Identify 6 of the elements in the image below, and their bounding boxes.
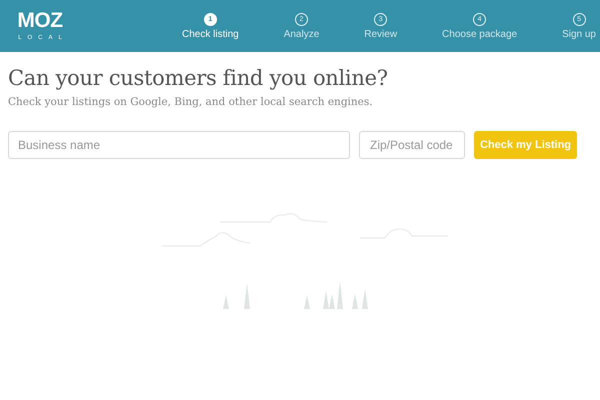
headline: Can your customers find you online?: [8, 66, 389, 90]
business-name-field[interactable]: Business name: [8, 131, 350, 159]
subheadline: Check your listings on Google, Bing, and other local search engines.: [8, 96, 374, 108]
logo: MOZ: [17, 11, 63, 31]
zip-field[interactable]: Zip/Postal code: [359, 131, 465, 159]
check-listing-button[interactable]: Check my Listing: [474, 131, 577, 159]
